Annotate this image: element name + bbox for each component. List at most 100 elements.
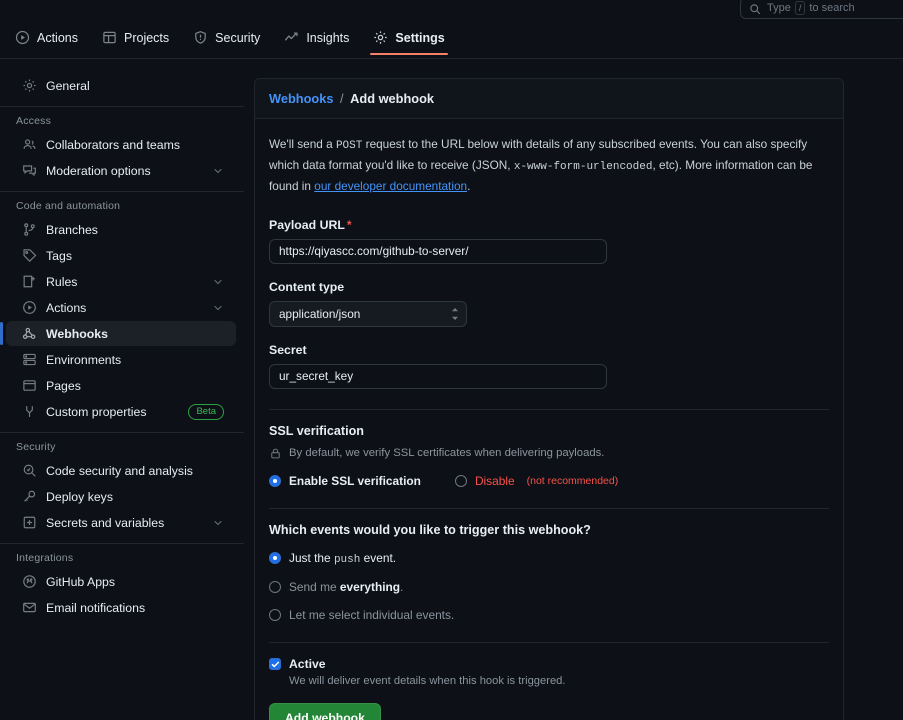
desc-code-post: POST: [335, 140, 363, 152]
sidebar-item-actions[interactable]: Actions: [6, 295, 236, 320]
content-type-label: Content type: [269, 279, 345, 294]
event-everything-strong: everything: [339, 579, 401, 594]
people-icon: [22, 137, 37, 152]
lock-icon: [269, 447, 282, 460]
event-push-prefix: Just the: [289, 550, 334, 565]
sidebar-item-custom-properties[interactable]: Custom properties Beta: [6, 399, 236, 424]
tab-security-label: Security: [215, 30, 261, 45]
event-everything-label: Send me everything.: [289, 580, 403, 594]
payload-url-label-text: Payload URL: [269, 217, 345, 232]
event-everything-radio[interactable]: [269, 580, 281, 593]
tab-actions[interactable]: Actions: [6, 28, 87, 55]
add-webhook-button[interactable]: Add webhook: [269, 702, 381, 720]
sidebar-item-moderation-options[interactable]: Moderation options: [6, 158, 236, 183]
event-individual-label: Let me select individual events.: [289, 607, 455, 622]
sidebar-item-label: Secrets and variables: [46, 515, 165, 530]
breadcrumb: Webhooks / Add webhook: [255, 79, 843, 119]
sidebar-item-label: Pages: [46, 378, 81, 393]
active-checkbox-row[interactable]: Active: [269, 657, 829, 671]
ssl-enable-label: Enable SSL verification: [289, 473, 421, 488]
search-input[interactable]: Type / to search: [740, 0, 903, 19]
desc-part-1: We'll send a: [269, 137, 336, 151]
sidebar-item-code-security-and-analysis[interactable]: Code security and analysis: [6, 458, 236, 483]
breadcrumb-webhooks-link[interactable]: Webhooks: [269, 91, 333, 106]
sidebar-item-general[interactable]: General: [6, 73, 236, 98]
ssl-verification-section: SSL verification By default, we verify S…: [269, 424, 829, 488]
git-branch-icon: [22, 222, 37, 237]
add-webhook-panel: Webhooks / Add webhook We'll send a POST…: [254, 78, 844, 720]
settings-page: Type / to search Actions Projects Securi…: [0, 0, 903, 720]
active-checkbox[interactable]: [269, 657, 281, 670]
sidebar-item-label: Tags: [46, 248, 72, 263]
sidebar-item-label: Email notifications: [46, 600, 146, 615]
event-individual-radio[interactable]: [269, 608, 281, 621]
event-push-radio[interactable]: [269, 552, 281, 565]
sidebar-item-label: Collaborators and teams: [46, 137, 180, 152]
payload-url-field: Payload URL *: [269, 218, 829, 264]
payload-url-input[interactable]: [269, 238, 607, 264]
sidebar-item-github-apps[interactable]: GitHub Apps: [6, 569, 236, 594]
gear-icon: [22, 78, 37, 93]
sidebar-item-pages[interactable]: Pages: [6, 373, 236, 398]
event-push-label: Just the push event.: [289, 551, 396, 566]
tab-actions-label: Actions: [37, 30, 78, 45]
sidebar-divider: [0, 191, 244, 192]
sidebar-item-secrets-and-variables[interactable]: Secrets and variables: [6, 510, 236, 535]
search-placeholder: Type / to search: [767, 1, 855, 15]
settings-sidebar: General Access Collaborators and teams M…: [0, 72, 244, 621]
developer-documentation-link[interactable]: our developer documentation: [314, 179, 467, 193]
sidebar-heading-code-and-automation: Code and automation: [16, 200, 121, 212]
ssl-disable-radio[interactable]: [454, 474, 467, 487]
sidebar-item-label: Environments: [46, 352, 122, 367]
sidebar-item-label: Custom properties: [46, 404, 147, 419]
mail-icon: [22, 600, 37, 615]
browser-icon: [22, 378, 37, 393]
tab-projects[interactable]: Projects: [93, 28, 178, 55]
tag-icon: [22, 248, 37, 263]
sidebar-item-webhooks[interactable]: Webhooks: [0, 321, 236, 346]
table-icon: [102, 30, 117, 45]
event-option-push[interactable]: Just the push event.: [269, 551, 829, 566]
event-push-suffix: event.: [360, 550, 397, 565]
event-option-everything[interactable]: Send me everything.: [269, 580, 829, 594]
chevron-down-icon[interactable]: [212, 517, 224, 529]
codescan-icon: [22, 463, 37, 478]
sidebar-item-collaborators-and-teams[interactable]: Collaborators and teams: [6, 132, 236, 157]
event-everything-suffix: .: [400, 579, 404, 594]
event-option-individual[interactable]: Let me select individual events.: [269, 608, 829, 622]
chevron-down-icon[interactable]: [212, 302, 224, 314]
ssl-section-title: SSL verification: [269, 423, 364, 438]
payload-url-label: Payload URL *: [269, 218, 829, 232]
panel-body: We'll send a POST request to the URL bel…: [255, 119, 843, 720]
chevron-down-icon[interactable]: [212, 165, 224, 177]
sidebar-item-label: Webhooks: [46, 326, 108, 341]
sidebar-item-deploy-keys[interactable]: Deploy keys: [6, 484, 236, 509]
sidebar-item-environments[interactable]: Environments: [6, 347, 236, 372]
sidebar-item-tags[interactable]: Tags: [6, 243, 236, 268]
properties-icon: [22, 404, 37, 419]
play-circle-icon: [22, 300, 37, 315]
active-section: Active We will deliver event details whe…: [269, 657, 829, 687]
secret-input[interactable]: [269, 363, 607, 389]
search-icon: [749, 2, 761, 15]
content-type-select[interactable]: application/json: [269, 300, 467, 327]
ssl-enable-radio[interactable]: [269, 474, 281, 487]
ssl-note: By default, we verify SSL certificates w…: [269, 447, 829, 460]
tab-projects-label: Projects: [124, 30, 170, 45]
sidebar-item-email-notifications[interactable]: Email notifications: [6, 595, 236, 620]
sidebar-heading-access: Access: [16, 115, 52, 127]
sidebar-heading-integrations: Integrations: [16, 552, 74, 564]
events-section: Which events would you like to trigger t…: [269, 523, 829, 622]
chevron-down-icon[interactable]: [212, 276, 224, 288]
sidebar-item-label: Branches: [46, 222, 98, 237]
sidebar-item-rules[interactable]: Rules: [6, 269, 236, 294]
tab-insights[interactable]: Insights: [275, 28, 358, 55]
tab-insights-label: Insights: [306, 30, 350, 45]
sidebar-item-label: Actions: [46, 300, 87, 315]
tab-settings[interactable]: Settings: [364, 28, 453, 55]
secret-field: Secret: [269, 343, 829, 389]
tab-security[interactable]: Security: [184, 28, 269, 55]
sidebar-item-label: GitHub Apps: [46, 574, 116, 589]
sidebar-item-branches[interactable]: Branches: [6, 217, 236, 242]
event-push-code: push: [333, 553, 361, 566]
